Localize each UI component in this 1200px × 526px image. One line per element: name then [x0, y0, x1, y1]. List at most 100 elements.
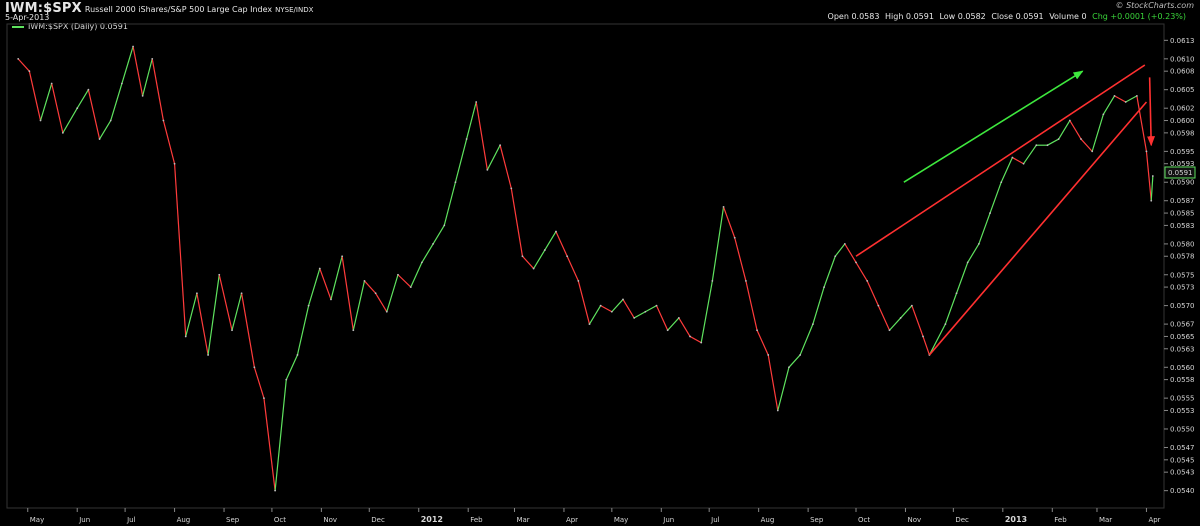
series-segment: [1000, 157, 1013, 183]
y-tick-label: 0.0558: [1170, 376, 1195, 384]
data-point: [274, 489, 277, 492]
ratio-series: [17, 45, 1154, 492]
series-segment: [341, 256, 354, 331]
series-segment: [330, 256, 343, 300]
x-tick-label: Dec: [371, 516, 385, 524]
series-segment: [955, 262, 969, 294]
data-point: [733, 236, 736, 239]
x-tick-label: Apr: [566, 516, 578, 524]
series-segment: [700, 280, 713, 343]
x-tick-label: Jul: [710, 516, 720, 524]
data-point: [799, 354, 802, 356]
series-segment: [678, 317, 691, 337]
y-axis: 0.0613 0.0610 0.0608 0.0605 0.0602 0.0600 0.05…: [1164, 37, 1195, 495]
series-segment: [711, 206, 725, 282]
series-segment: [499, 145, 512, 189]
series-segment: [475, 101, 488, 170]
data-point: [834, 255, 837, 258]
data-point: [318, 267, 321, 270]
data-point: [510, 187, 513, 190]
y-tick-label: 0.0610: [1170, 55, 1195, 63]
data-point: [922, 335, 924, 338]
series-segment: [844, 243, 857, 263]
data-point: [722, 205, 725, 208]
series-segment: [274, 379, 287, 491]
series-segment: [87, 89, 101, 140]
data-point: [1080, 138, 1082, 140]
data-point: [374, 292, 377, 295]
series-segment: [432, 225, 445, 245]
series-segment: [253, 367, 265, 399]
plot-frame: [6, 23, 1165, 509]
x-tick-label: Jun: [78, 516, 90, 524]
data-point: [577, 280, 580, 282]
series-segment: [466, 101, 477, 140]
data-point: [989, 212, 991, 214]
series-segment: [967, 243, 980, 263]
data-point: [352, 329, 355, 332]
y-tick-label: 0.0590: [1170, 179, 1195, 187]
data-point: [689, 335, 691, 338]
series-segment: [28, 71, 42, 121]
series-segment: [911, 305, 924, 337]
data-point: [421, 261, 423, 264]
series-segment: [655, 305, 669, 331]
series-segment: [319, 268, 332, 300]
series-segment: [788, 354, 801, 368]
series-segment: [577, 280, 591, 325]
series-segment: [151, 58, 164, 121]
data-point: [285, 378, 288, 381]
series-segment: [522, 255, 535, 269]
data-point: [666, 329, 669, 332]
data-point: [397, 273, 399, 276]
series-segment: [76, 89, 89, 109]
data-point: [432, 243, 434, 245]
data-point: [1000, 181, 1003, 184]
data-point: [307, 304, 310, 307]
series-segment: [1091, 114, 1104, 152]
x-tick-label: May: [30, 516, 44, 524]
series-segment: [110, 83, 123, 121]
x-tick-label: Sep: [226, 516, 240, 524]
y-tick-label: 0.0555: [1170, 395, 1195, 403]
data-point: [910, 304, 913, 307]
data-point: [1011, 156, 1014, 159]
series-segment: [375, 292, 388, 313]
series-segment: [1114, 95, 1126, 103]
data-point: [486, 168, 489, 171]
y-tick-label: 0.0585: [1170, 210, 1195, 218]
y-tick-label: 0.0560: [1170, 364, 1195, 372]
x-tick-label: Aug: [761, 516, 775, 524]
price-ratio-chart[interactable]: 0.0613 0.0610 0.0608 0.0605 0.0602 0.0600 0.05…: [0, 0, 1200, 526]
data-point: [1057, 138, 1060, 140]
data-point: [50, 82, 53, 85]
data-point: [677, 317, 680, 319]
x-tick-label: 2013: [1005, 515, 1027, 524]
data-point: [87, 88, 90, 91]
series-segment: [51, 83, 64, 134]
data-point: [454, 181, 457, 184]
last-value-badge: 0.0591: [1164, 166, 1196, 179]
data-point: [966, 261, 969, 264]
data-point: [1151, 175, 1154, 177]
series-segment: [600, 305, 613, 313]
series-segment: [162, 120, 176, 164]
series-segment: [989, 182, 1002, 214]
data-point: [341, 255, 344, 258]
x-tick-label: Jun: [662, 516, 674, 524]
data-point: [231, 329, 233, 332]
x-tick-label: Mar: [516, 516, 529, 524]
data-point: [1150, 199, 1153, 202]
series-segment: [689, 335, 702, 344]
data-point: [599, 304, 602, 307]
series-segment: [823, 256, 836, 288]
x-tick-label: May: [614, 516, 628, 524]
data-point: [744, 280, 747, 282]
data-point: [823, 286, 825, 288]
data-point: [633, 317, 636, 319]
y-tick-label: 0.0547: [1170, 444, 1195, 452]
y-tick-label: 0.0580: [1170, 240, 1195, 248]
data-point: [566, 255, 569, 258]
data-point: [132, 45, 134, 48]
series-segment: [121, 46, 134, 84]
